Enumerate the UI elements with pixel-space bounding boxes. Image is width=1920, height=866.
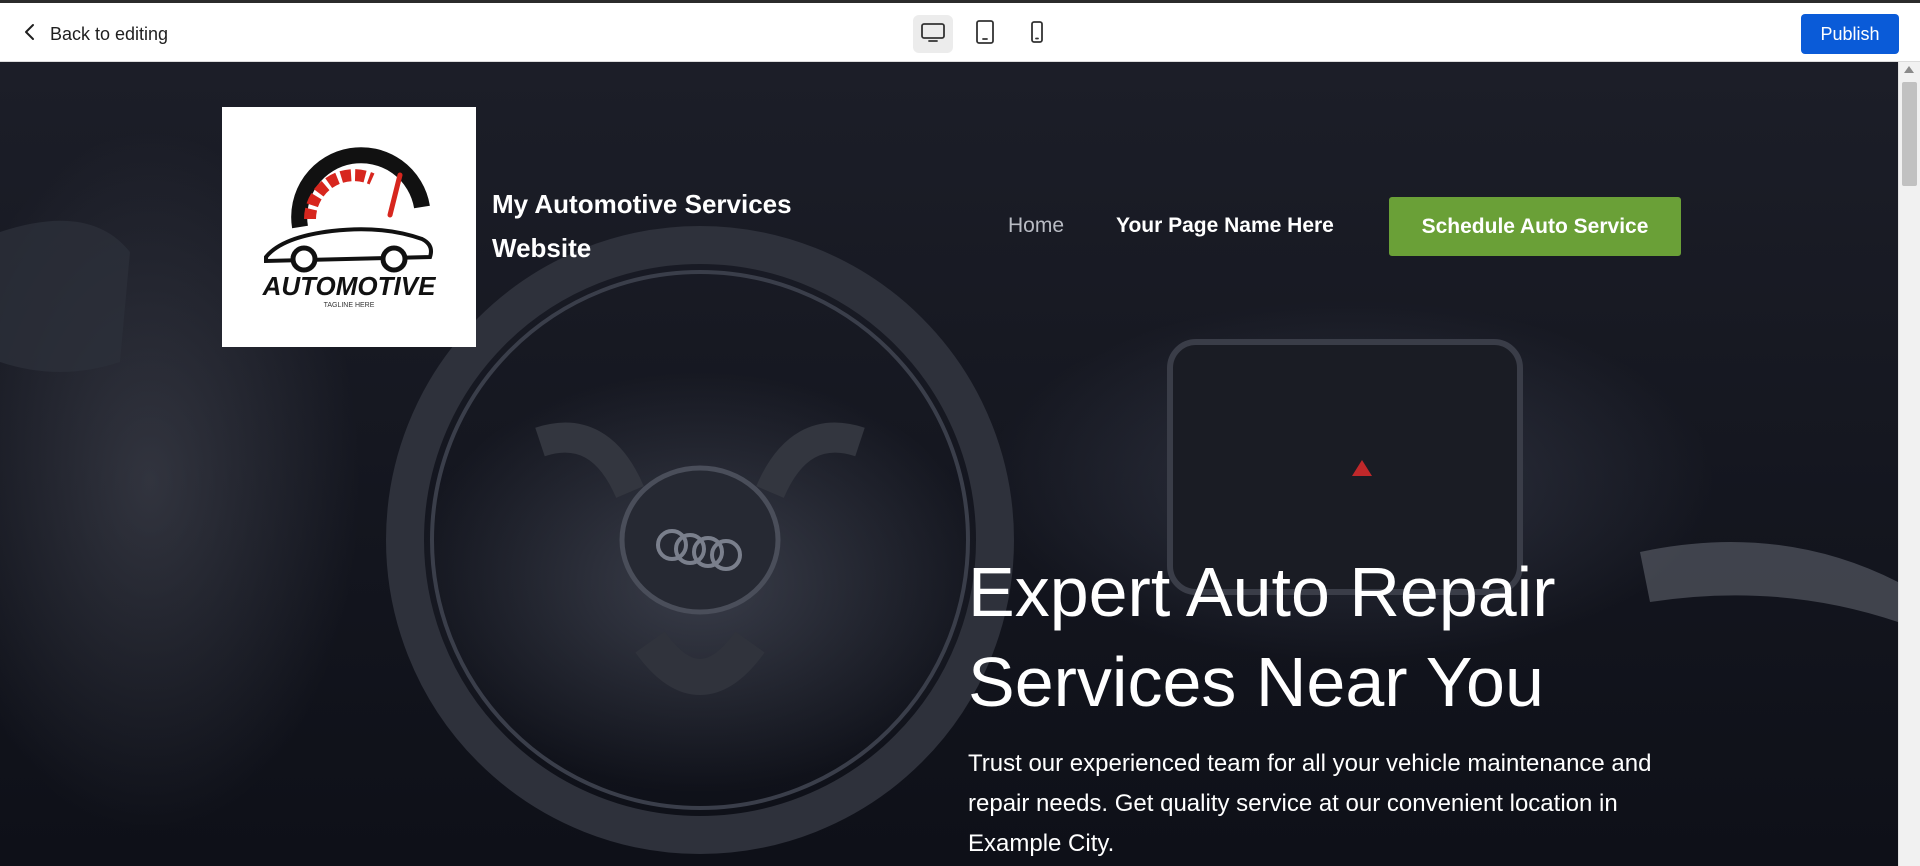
scrollbar-thumb[interactable]: [1902, 82, 1917, 186]
mobile-view-button[interactable]: [1017, 15, 1057, 53]
hero-heading: Expert Auto Repair Services Near You: [968, 547, 1668, 727]
schedule-service-button[interactable]: Schedule Auto Service: [1389, 197, 1681, 256]
device-preview-switcher: [913, 15, 1057, 53]
site-logo[interactable]: AUTOMOTIVE TAGLINE HERE: [222, 107, 476, 347]
tablet-icon: [972, 19, 998, 50]
svg-text:AUTOMOTIVE: AUTOMOTIVE: [262, 271, 437, 301]
monitor-icon: [920, 19, 946, 50]
back-to-editing-button[interactable]: Back to editing: [20, 21, 168, 47]
tablet-view-button[interactable]: [965, 15, 1005, 53]
hero-subtitle: Trust our experienced team for all your …: [968, 750, 1652, 857]
hero-heading-line-2: Services Near You: [968, 643, 1544, 721]
scroll-up-arrow-icon[interactable]: [1904, 66, 1914, 73]
desktop-view-button[interactable]: [913, 15, 953, 53]
nav-link-home[interactable]: Home: [1008, 214, 1064, 238]
back-to-editing-label: Back to editing: [50, 23, 169, 44]
editor-toolbar: Back to editing Publish: [0, 0, 1920, 62]
svg-text:TAGLINE HERE: TAGLINE HERE: [324, 302, 375, 309]
smartphone-icon: [1024, 19, 1050, 50]
publish-button[interactable]: Publish: [1801, 14, 1899, 54]
nav-link-page[interactable]: Your Page Name Here: [1116, 214, 1334, 238]
chevron-left-icon: [20, 22, 40, 47]
car-speedometer-logo-image: AUTOMOTIVE TAGLINE HERE: [262, 147, 437, 309]
hero-heading-line-1: Expert Auto Repair: [968, 553, 1556, 631]
site-preview: AUTOMOTIVE TAGLINE HERE My Automotive Se…: [0, 62, 1898, 866]
site-title[interactable]: My Automotive Services Website: [492, 182, 832, 270]
preview-scrollbar[interactable]: [1898, 62, 1920, 866]
